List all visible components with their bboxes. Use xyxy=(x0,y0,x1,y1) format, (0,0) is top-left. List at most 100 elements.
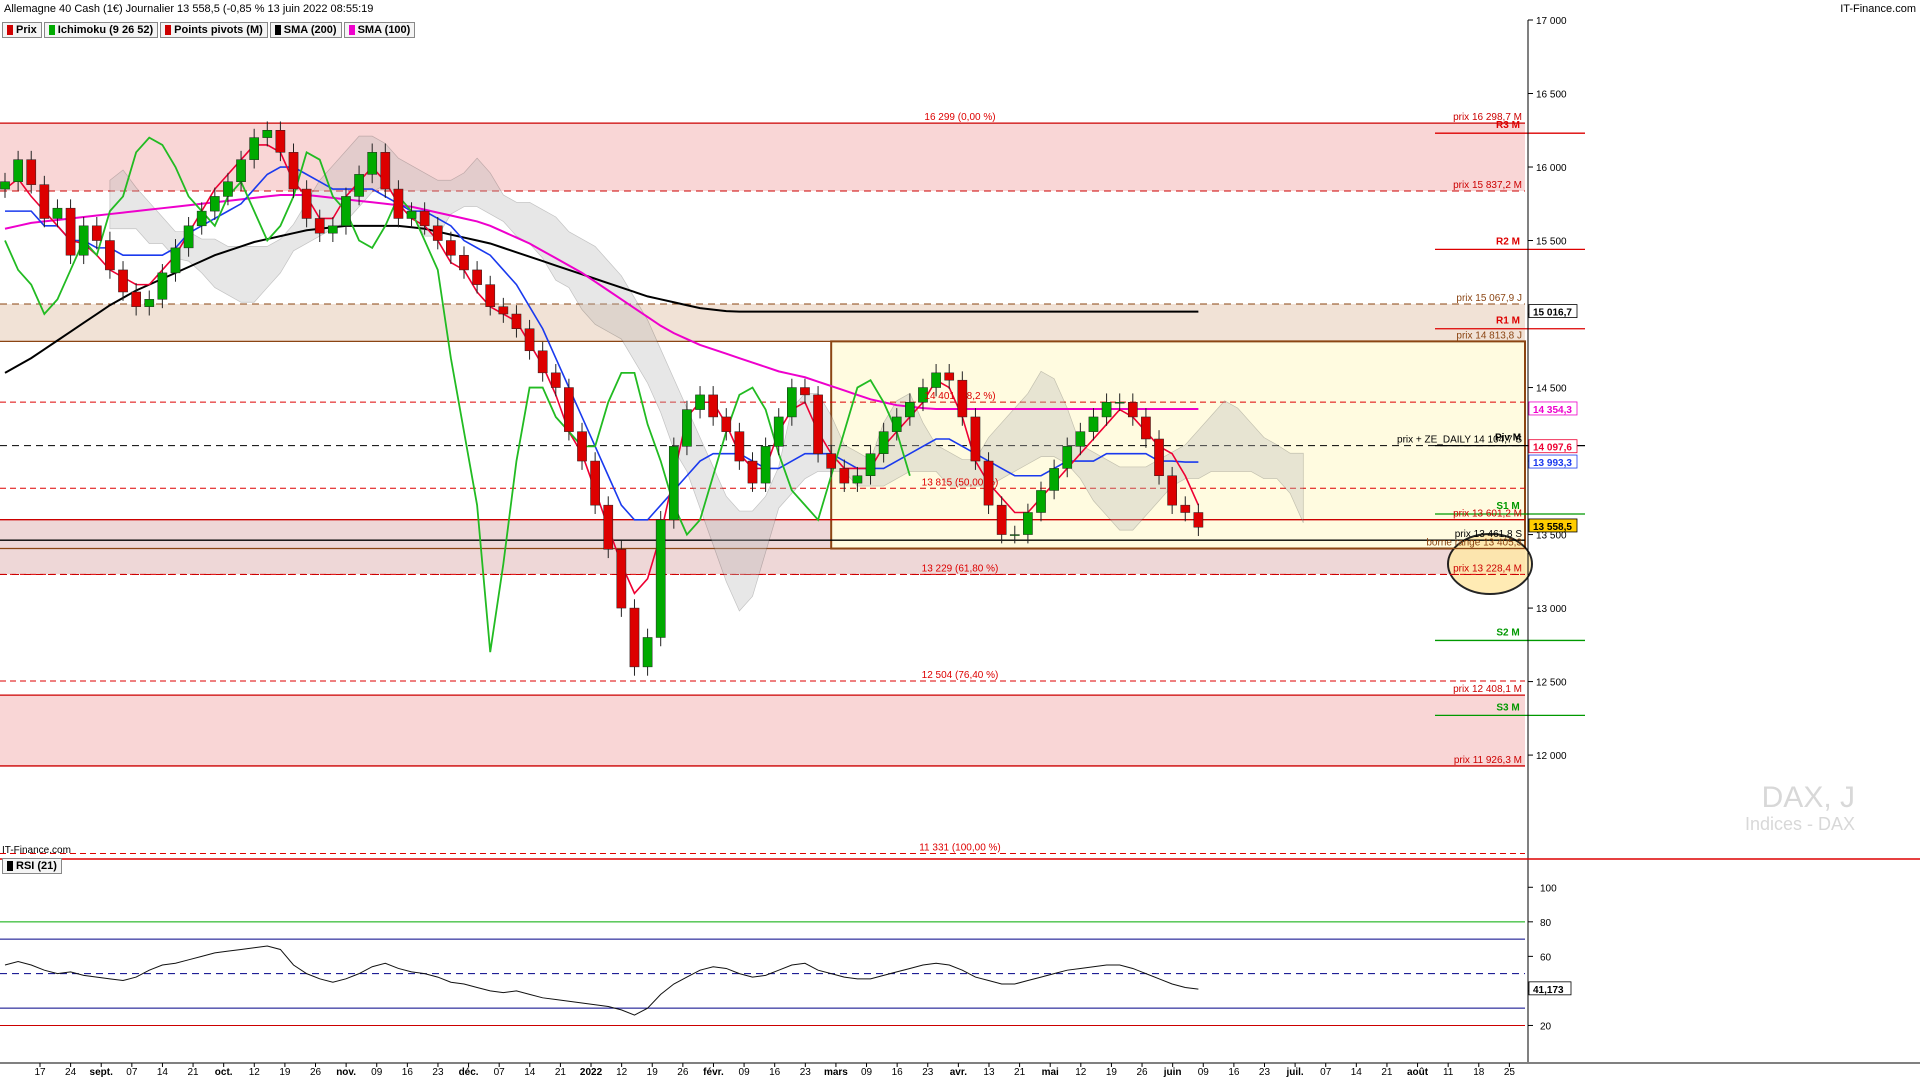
pivot-label: S3 M xyxy=(1496,702,1519,713)
price-chart[interactable]: 16 299 (0,00 %) 14 401 (38,2 %) 13 815 (50… xyxy=(0,0,1920,1080)
candle xyxy=(13,159,23,182)
x-tick-label: 23 xyxy=(800,1067,812,1078)
candle xyxy=(196,210,207,227)
price-box-label: 13 993,3 xyxy=(1533,458,1572,469)
candle xyxy=(131,291,141,307)
candle xyxy=(695,394,705,410)
candle xyxy=(655,519,666,638)
zone-band xyxy=(0,695,1525,766)
y-tick-label: 12 500 xyxy=(1536,678,1567,689)
pivot-label: Piv M xyxy=(1495,433,1521,444)
candle xyxy=(865,453,876,477)
candle xyxy=(747,460,758,484)
x-tick-label: 11 xyxy=(1443,1067,1454,1078)
candle xyxy=(616,549,627,609)
x-tick-label: 14 xyxy=(157,1067,169,1078)
candle xyxy=(393,188,404,219)
zone-band xyxy=(0,123,1525,191)
x-tick-label: 09 xyxy=(1198,1067,1210,1078)
x-tick-label: 21 xyxy=(187,1067,199,1078)
x-tick-label: sept. xyxy=(90,1067,114,1078)
candle xyxy=(800,387,810,396)
candle xyxy=(996,504,1007,535)
x-tick-label: 07 xyxy=(126,1067,138,1078)
candle xyxy=(905,401,915,418)
x-tick-label: 09 xyxy=(739,1067,751,1078)
y-tick-label: 17 000 xyxy=(1536,16,1567,27)
fibonacci-label: 13 229 (61,80 %) xyxy=(922,563,999,574)
y-tick-label: 15 500 xyxy=(1536,237,1567,248)
rsi-legend[interactable]: RSI (21) xyxy=(2,858,62,874)
price-box-label: 13 558,5 xyxy=(1533,522,1572,533)
candle xyxy=(236,159,246,182)
price-box-label: 14 097,6 xyxy=(1533,443,1572,454)
candle xyxy=(944,372,955,381)
level-label: prix 13 228,4 M xyxy=(1453,563,1522,574)
x-tick-label: juin xyxy=(1163,1067,1182,1078)
candle xyxy=(537,350,548,374)
x-tick-label: 26 xyxy=(677,1067,689,1078)
candle xyxy=(668,446,679,521)
candle xyxy=(52,207,63,219)
candle xyxy=(826,453,837,469)
candle xyxy=(524,328,535,352)
watermark-title: DAX, J xyxy=(1762,781,1855,814)
candle xyxy=(223,181,233,197)
price-box-label: 14 354,3 xyxy=(1533,405,1572,416)
x-tick-label: 23 xyxy=(922,1067,934,1078)
candle xyxy=(734,431,745,462)
x-tick-label: 09 xyxy=(861,1067,873,1078)
x-tick-label: févr. xyxy=(703,1067,724,1078)
pivot-label: S1 M xyxy=(1496,501,1519,512)
candle xyxy=(1127,401,1138,418)
fibonacci-label: 14 401 (38,2 %) xyxy=(924,391,995,402)
candle xyxy=(157,272,168,300)
x-tick-label: 26 xyxy=(1136,1067,1148,1078)
candle xyxy=(419,210,430,227)
candle xyxy=(1101,401,1112,418)
x-tick-label: 12 xyxy=(249,1067,261,1078)
x-tick-label: 16 xyxy=(892,1067,904,1078)
watermark-source: IT-Finance.com xyxy=(2,845,71,856)
candle xyxy=(446,240,456,256)
candle xyxy=(839,468,850,484)
x-tick-label: 13 xyxy=(983,1067,995,1078)
level-label: prix 12 408,1 M xyxy=(1453,684,1522,695)
candle xyxy=(787,387,797,418)
x-tick-label: 21 xyxy=(1381,1067,1393,1078)
y-tick-label: 13 000 xyxy=(1536,604,1567,615)
pivot-label: R3 M xyxy=(1496,120,1520,131)
x-tick-label: 21 xyxy=(555,1067,567,1078)
x-tick-label: mai xyxy=(1042,1067,1059,1078)
candle xyxy=(183,225,194,249)
pivot-label: R2 M xyxy=(1496,236,1520,247)
pivot-label: S2 M xyxy=(1496,627,1519,638)
candle xyxy=(577,431,587,462)
candle xyxy=(1049,468,1059,491)
candle xyxy=(118,269,128,293)
candle xyxy=(275,130,286,153)
rsi-tick-label: 100 xyxy=(1540,883,1557,894)
rsi-tick-label: 20 xyxy=(1540,1021,1552,1032)
candle xyxy=(550,372,561,388)
x-tick-label: 17 xyxy=(34,1067,46,1078)
candle xyxy=(367,152,378,175)
candle xyxy=(144,299,155,307)
candle xyxy=(682,409,692,447)
x-tick-label: 07 xyxy=(494,1067,506,1078)
legend-item-rsi[interactable]: RSI (21) xyxy=(2,858,62,874)
x-tick-label: 12 xyxy=(616,1067,628,1078)
candle xyxy=(406,210,417,219)
level-label: prix 14 813,8 J xyxy=(1456,330,1522,341)
candle xyxy=(249,137,260,160)
candle xyxy=(39,184,50,219)
x-tick-label: 18 xyxy=(1473,1067,1485,1078)
level-label: prix 15 837,2 M xyxy=(1453,180,1522,191)
candle xyxy=(1141,416,1151,440)
fibonacci-label: 12 504 (76,40 %) xyxy=(922,670,999,681)
x-tick-label: 16 xyxy=(769,1067,781,1078)
x-tick-label: 16 xyxy=(402,1067,414,1078)
x-tick-label: 2022 xyxy=(580,1067,603,1078)
candle xyxy=(773,416,784,447)
candle xyxy=(209,196,220,212)
